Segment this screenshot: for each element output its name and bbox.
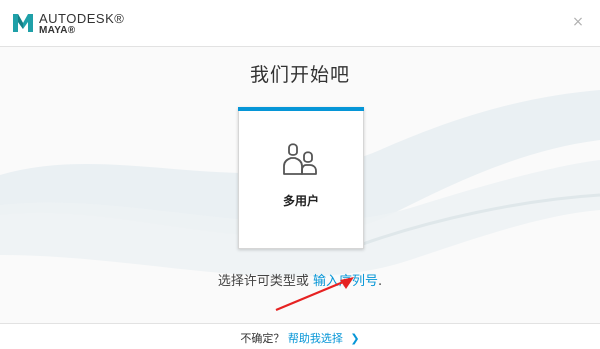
help-me-choose-link[interactable]: 帮助我选择: [288, 332, 343, 345]
title-bar: AUTODESK® MAYA® ×: [0, 0, 600, 47]
autodesk-maya-logo: AUTODESK® MAYA®: [12, 12, 124, 36]
unsure-question: 不确定？: [240, 332, 285, 345]
card-accent-bar: [238, 107, 364, 111]
brand-autodesk: AUTODESK®: [39, 11, 125, 26]
close-button[interactable]: ×: [570, 14, 586, 30]
prompt-period: .: [378, 274, 383, 289]
multi-user-license-card[interactable]: 多用户: [238, 107, 364, 249]
footer-bar: 不确定？ 帮助我选择 ❯: [0, 323, 600, 349]
maya-logo-icon: [13, 14, 33, 32]
chevron-right-icon[interactable]: ❯: [350, 332, 359, 345]
card-label: 多用户: [282, 194, 319, 208]
brand-maya: MAYA®: [39, 25, 76, 36]
annotation-arrow: [275, 277, 354, 312]
multi-user-icon: [283, 143, 317, 175]
maya-license-window: AUTODESK® MAYA® × 我们开始吧 多用户 选择许可类型或 输入序列…: [0, 0, 600, 349]
page-title: 我们开始吧: [249, 64, 350, 86]
